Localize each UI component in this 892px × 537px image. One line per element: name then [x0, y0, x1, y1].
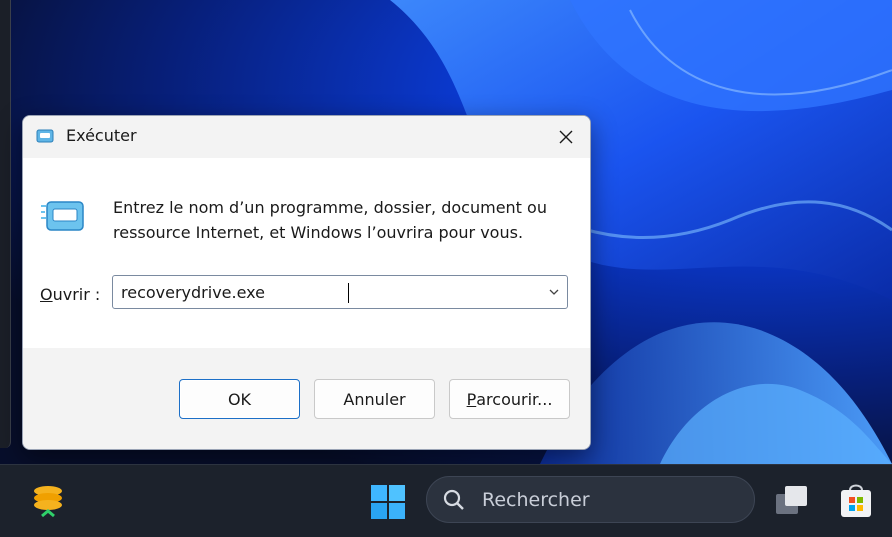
- title-bar[interactable]: Exécuter: [23, 116, 590, 158]
- windows-start-icon[interactable]: [370, 484, 406, 520]
- open-label: Ouvrir :: [40, 285, 100, 304]
- cancel-button[interactable]: Annuler: [314, 379, 435, 419]
- side-panel: [0, 0, 11, 448]
- dialog-description: Entrez le nom d’un programme, dossier, d…: [113, 198, 547, 242]
- task-view-icon[interactable]: [774, 484, 810, 518]
- run-dialog: Exécuter Entrez le nom d’un programme, d…: [22, 115, 591, 450]
- close-button[interactable]: [542, 116, 590, 158]
- taskbar-search[interactable]: Rechercher: [426, 476, 755, 523]
- ok-button[interactable]: OK: [179, 379, 300, 419]
- dialog-title: Exécuter: [66, 126, 137, 145]
- browse-label: arcourir...: [476, 389, 553, 409]
- browse-button[interactable]: Parcourir...: [449, 379, 570, 419]
- search-icon: [443, 489, 464, 510]
- dialog-footer: OK Annuler Parcourir...: [23, 348, 590, 449]
- app-coins-icon[interactable]: [30, 483, 66, 519]
- open-input[interactable]: recoverydrive.exe: [121, 283, 531, 302]
- open-label-accelerator: O: [40, 285, 53, 304]
- run-icon: [41, 201, 84, 231]
- open-label-text: uvrir :: [52, 285, 101, 304]
- browse-accelerator: P: [466, 389, 477, 409]
- chevron-down-icon[interactable]: [547, 285, 561, 299]
- open-combobox[interactable]: recoverydrive.exe: [112, 275, 568, 309]
- text-caret: [348, 283, 349, 303]
- search-placeholder: Rechercher: [482, 489, 590, 511]
- microsoft-store-icon[interactable]: [839, 482, 873, 518]
- run-icon: [36, 129, 54, 143]
- close-icon: [559, 130, 573, 144]
- dialog-body: Entrez le nom d’un programme, dossier, d…: [23, 158, 590, 348]
